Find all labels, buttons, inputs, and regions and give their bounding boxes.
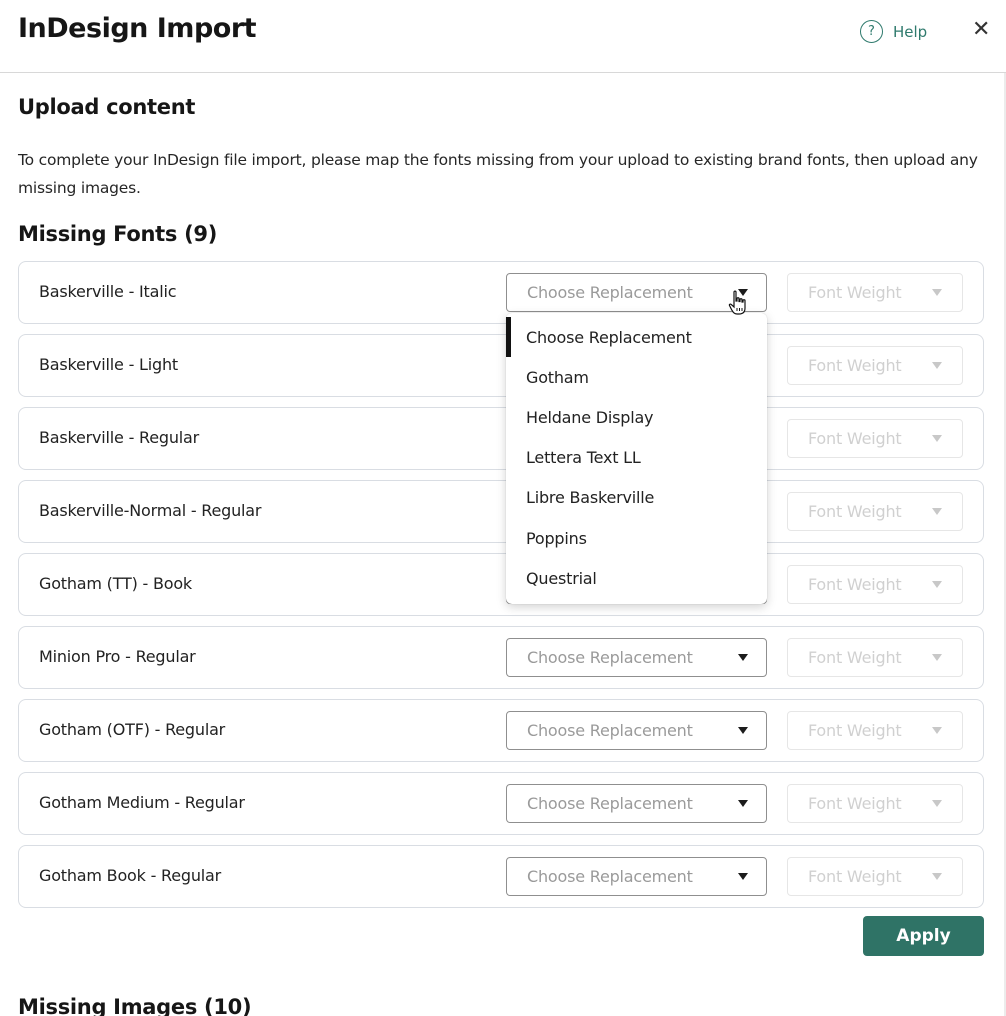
dropdown-option[interactable]: Questrial bbox=[506, 558, 767, 598]
font-row: Baskerville - Light Choose Replacement F… bbox=[18, 334, 984, 397]
font-weight-value: Font Weight bbox=[808, 502, 902, 521]
apply-button[interactable]: Apply bbox=[863, 916, 984, 956]
font-name: Gotham (TT) - Book bbox=[39, 574, 192, 593]
replacement-value: Choose Replacement bbox=[527, 867, 693, 886]
font-weight-value: Font Weight bbox=[808, 721, 902, 740]
dropdown-option[interactable]: Lettera Text LL bbox=[506, 438, 767, 478]
help-link[interactable]: ? Help bbox=[860, 20, 927, 43]
font-weight-value: Font Weight bbox=[808, 867, 902, 886]
font-weight-select[interactable]: Font Weight bbox=[787, 419, 963, 458]
font-name: Minion Pro - Regular bbox=[39, 647, 196, 666]
replacement-select[interactable]: Choose Replacement bbox=[506, 273, 767, 312]
caret-down-icon bbox=[932, 581, 942, 588]
caret-down-icon bbox=[932, 800, 942, 807]
dropdown-option[interactable]: Choose Replacement bbox=[506, 317, 767, 358]
replacement-value: Choose Replacement bbox=[527, 283, 693, 302]
caret-down-icon bbox=[932, 289, 942, 296]
font-weight-value: Font Weight bbox=[808, 429, 902, 448]
font-row: Baskerville-Normal - Regular Choose Repl… bbox=[18, 480, 984, 543]
font-weight-select[interactable]: Font Weight bbox=[787, 273, 963, 312]
caret-down-icon bbox=[932, 508, 942, 515]
font-row: Gotham Book - Regular Choose Replacement… bbox=[18, 845, 984, 908]
replacement-value: Choose Replacement bbox=[527, 648, 693, 667]
replacement-select[interactable]: Choose Replacement bbox=[506, 857, 767, 896]
missing-fonts-list: Baskerville - Italic Choose Replacement … bbox=[18, 261, 984, 918]
font-weight-value: Font Weight bbox=[808, 283, 902, 302]
missing-images-heading: Missing Images (10) bbox=[18, 995, 252, 1016]
caret-down-icon bbox=[738, 654, 748, 661]
font-weight-select[interactable]: Font Weight bbox=[787, 346, 963, 385]
font-name: Gotham Book - Regular bbox=[39, 866, 222, 885]
dropdown-option[interactable]: Heldane Display bbox=[506, 397, 767, 437]
font-weight-select[interactable]: Font Weight bbox=[787, 857, 963, 896]
replacement-value: Choose Replacement bbox=[527, 721, 693, 740]
font-name: Baskerville-Normal - Regular bbox=[39, 501, 262, 520]
caret-down-icon bbox=[738, 289, 748, 296]
font-weight-select[interactable]: Font Weight bbox=[787, 492, 963, 531]
missing-fonts-heading: Missing Fonts (9) bbox=[18, 222, 218, 246]
replacement-select[interactable]: Choose Replacement bbox=[506, 711, 767, 750]
dropdown-option[interactable]: Poppins bbox=[506, 518, 767, 558]
question-circle-icon: ? bbox=[860, 20, 883, 43]
font-row: Minion Pro - Regular Choose Replacement … bbox=[18, 626, 984, 689]
caret-down-icon bbox=[932, 654, 942, 661]
caret-down-icon bbox=[932, 435, 942, 442]
caret-down-icon bbox=[932, 362, 942, 369]
help-label: Help bbox=[893, 22, 928, 41]
dialog-header: InDesign Import ? Help ✕ bbox=[0, 0, 1006, 73]
font-weight-value: Font Weight bbox=[808, 648, 902, 667]
close-icon[interactable]: ✕ bbox=[972, 17, 990, 42]
font-weight-value: Font Weight bbox=[808, 794, 902, 813]
font-name: Gotham (OTF) - Regular bbox=[39, 720, 226, 739]
font-row: Baskerville - Italic Choose Replacement … bbox=[18, 261, 984, 324]
replacement-dropdown-menu: Choose Replacement Gotham Heldane Displa… bbox=[506, 313, 767, 604]
font-name: Gotham Medium - Regular bbox=[39, 793, 245, 812]
caret-down-icon bbox=[932, 873, 942, 880]
font-name: Baskerville - Light bbox=[39, 355, 178, 374]
font-weight-value: Font Weight bbox=[808, 356, 902, 375]
caret-down-icon bbox=[738, 727, 748, 734]
dropdown-option[interactable]: Gotham bbox=[506, 357, 767, 397]
upload-description: To complete your InDesign file import, p… bbox=[18, 151, 978, 197]
font-weight-select[interactable]: Font Weight bbox=[787, 565, 963, 604]
upload-content-heading: Upload content bbox=[18, 95, 196, 119]
replacement-select[interactable]: Choose Replacement bbox=[506, 784, 767, 823]
caret-down-icon bbox=[932, 727, 942, 734]
font-row: Baskerville - Regular Choose Replacement… bbox=[18, 407, 984, 470]
font-weight-select[interactable]: Font Weight bbox=[787, 638, 963, 677]
font-row: Gotham Medium - Regular Choose Replaceme… bbox=[18, 772, 984, 835]
font-weight-value: Font Weight bbox=[808, 575, 902, 594]
replacement-value: Choose Replacement bbox=[527, 794, 693, 813]
dialog-title: InDesign Import bbox=[18, 13, 257, 44]
replacement-select[interactable]: Choose Replacement bbox=[506, 638, 767, 677]
font-row: Gotham (OTF) - Regular Choose Replacemen… bbox=[18, 699, 984, 762]
font-weight-select[interactable]: Font Weight bbox=[787, 784, 963, 823]
font-name: Baskerville - Regular bbox=[39, 428, 199, 447]
caret-down-icon bbox=[738, 873, 748, 880]
font-row: Gotham (TT) - Book Choose Replacement Fo… bbox=[18, 553, 984, 616]
font-name: Baskerville - Italic bbox=[39, 282, 177, 301]
font-weight-select[interactable]: Font Weight bbox=[787, 711, 963, 750]
caret-down-icon bbox=[738, 800, 748, 807]
dropdown-option[interactable]: Libre Baskerville bbox=[506, 478, 767, 518]
